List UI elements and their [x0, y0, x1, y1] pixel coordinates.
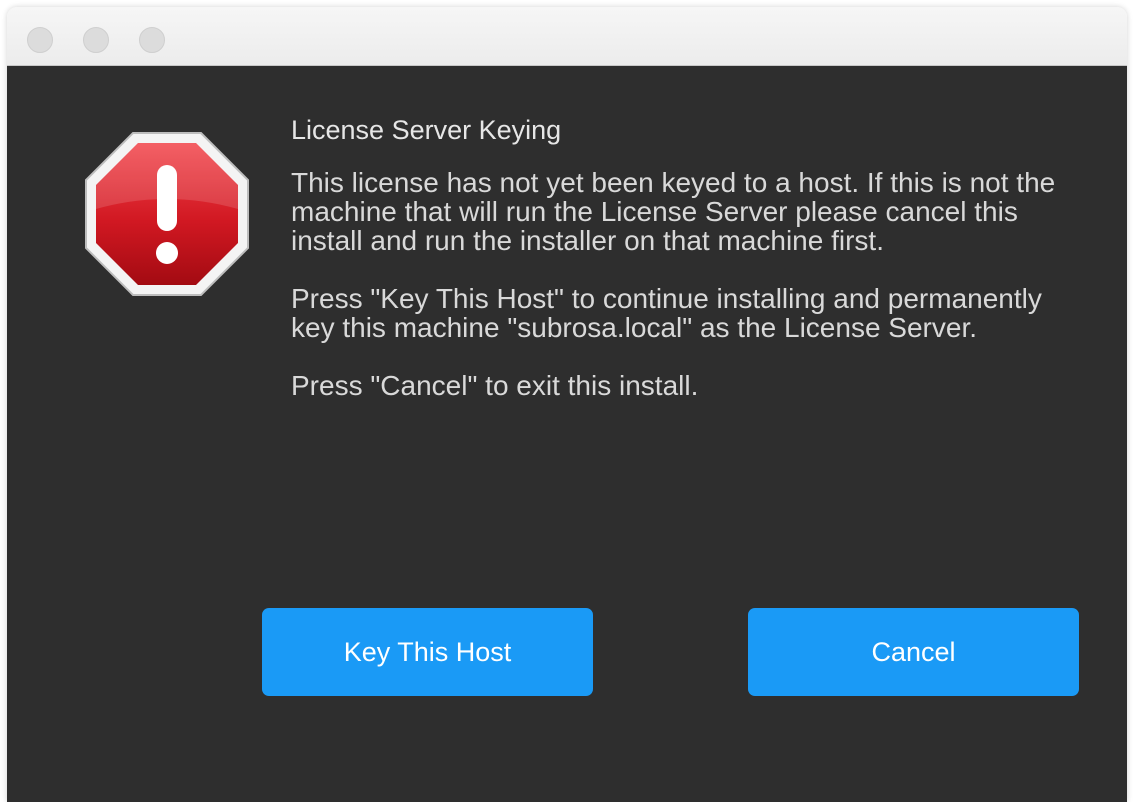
title-bar	[7, 7, 1127, 66]
zoom-window-button[interactable]	[139, 27, 165, 53]
dialog-content: License Server Keying This license has n…	[7, 66, 1127, 802]
message-paragraph: Press "Key This Host" to continue instal…	[291, 283, 1042, 343]
key-this-host-button[interactable]: Key This Host	[262, 608, 593, 696]
cancel-button[interactable]: Cancel	[748, 608, 1079, 696]
close-window-button[interactable]	[27, 27, 53, 53]
message-paragraph: This license has not yet been keyed to a…	[291, 167, 1056, 256]
stop-warning-icon	[85, 132, 249, 296]
message-paragraph: Press "Cancel" to exit this install.	[291, 370, 699, 401]
dialog-title: License Server Keying	[291, 115, 562, 145]
installer-window: License Server Keying This license has n…	[7, 7, 1127, 802]
minimize-window-button[interactable]	[83, 27, 109, 53]
dialog-message: This license has not yet been keyed to a…	[291, 168, 1081, 429]
